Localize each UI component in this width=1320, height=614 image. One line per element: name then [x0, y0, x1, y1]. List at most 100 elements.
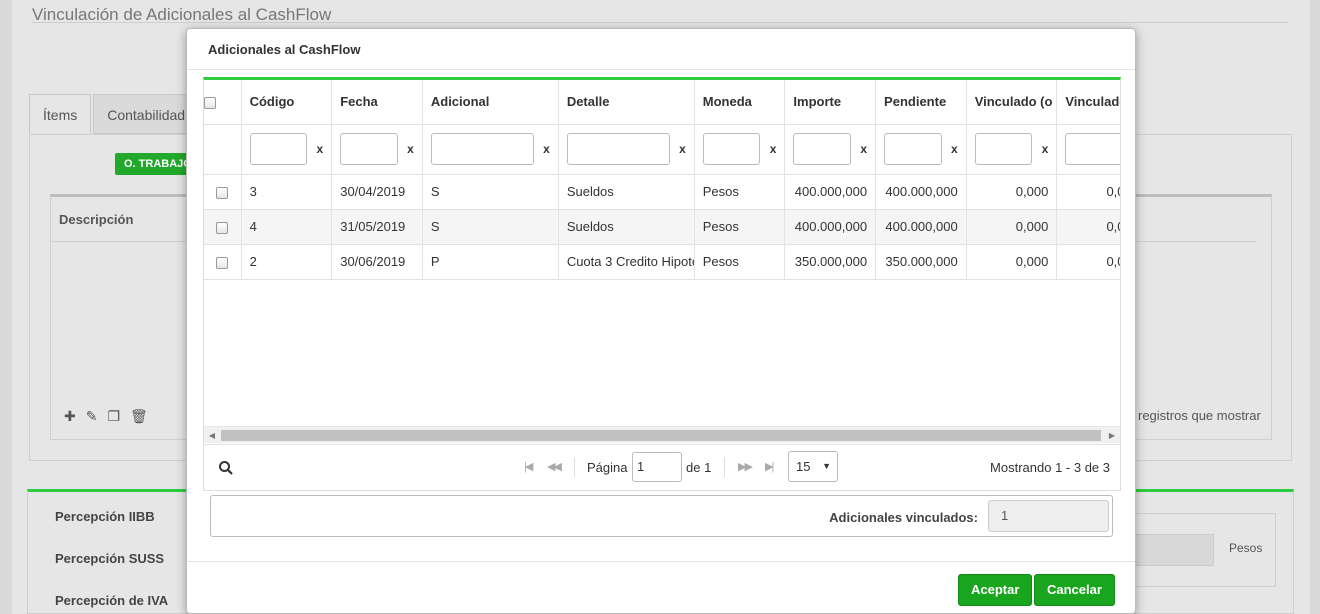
- filter-input-pendiente[interactable]: [884, 133, 942, 165]
- plus-icon[interactable]: ✚: [64, 408, 76, 425]
- label-percepcion-suss: Percepción SUSS: [55, 551, 165, 566]
- cell-pendiente: 350.000,000: [875, 244, 967, 280]
- search-icon[interactable]: [218, 460, 234, 476]
- filter-input-importe[interactable]: [793, 133, 852, 165]
- select-all-checkbox-cell: [204, 80, 242, 125]
- page-number-input[interactable]: 1: [632, 452, 682, 482]
- column-fecha[interactable]: Fecha: [331, 80, 423, 125]
- column-moneda[interactable]: Moneda: [694, 80, 786, 125]
- prev-page-icon[interactable]: ◀◀: [547, 460, 562, 473]
- row-checkbox[interactable]: [216, 221, 229, 234]
- filter-input-fecha[interactable]: [340, 133, 398, 165]
- column-codigo[interactable]: Código: [241, 80, 333, 125]
- column-descripcion: Descripción: [59, 212, 134, 227]
- cell-detalle: Sueldos: [558, 174, 695, 210]
- cell-moneda: Pesos: [694, 244, 786, 280]
- select-all-checkbox[interactable]: [204, 96, 216, 109]
- cell-adicional: S: [422, 209, 559, 245]
- tab-contabilidad[interactable]: Contabilidad: [93, 94, 200, 134]
- filter-moneda: x: [694, 124, 786, 175]
- scroll-right-icon[interactable]: ▶: [1104, 427, 1120, 444]
- filter-input-vinculado-1[interactable]: [974, 133, 1033, 165]
- filter-fecha: x: [331, 124, 423, 175]
- tab-items[interactable]: Ítems: [29, 94, 92, 134]
- clear-filter-importe[interactable]: x: [853, 142, 867, 156]
- copy-icon[interactable]: ❐: [107, 408, 120, 425]
- adicionales-table: Código Fecha Adicional Detalle Moneda Im…: [204, 80, 1120, 280]
- row-checkbox-cell: [204, 209, 242, 245]
- cell-detalle: Sueldos: [558, 209, 695, 245]
- adicionales-modal: Adicionales al CashFlow Código Fecha Adi…: [186, 28, 1136, 614]
- pager-separator: [724, 457, 725, 477]
- column-pendiente[interactable]: Pendiente: [875, 80, 967, 125]
- filter-input-vinculado-2[interactable]: [1065, 133, 1120, 165]
- scrollbar-thumb[interactable]: [221, 430, 1101, 441]
- clear-filter-codigo[interactable]: x: [309, 142, 324, 156]
- grid-toolbar: ✚ ✎ ❐ 🗑: [64, 408, 148, 425]
- column-detalle[interactable]: Detalle: [558, 80, 695, 125]
- next-page-icon[interactable]: ▶▶: [738, 460, 753, 473]
- scroll-left-icon[interactable]: ◀: [204, 427, 220, 444]
- cell-adicional: S: [422, 174, 559, 210]
- linked-count-field: 1: [988, 500, 1109, 532]
- table-row[interactable]: 3 30/04/2019 S Sueldos Pesos 400.000,000…: [204, 174, 1120, 210]
- first-page-icon[interactable]: |◀: [524, 460, 533, 473]
- page-count-label: de 1: [686, 460, 712, 475]
- clear-filter-adicional[interactable]: x: [536, 142, 550, 156]
- filter-vinculado-2: x: [1056, 124, 1120, 175]
- label-percepcion-iibb: Percepción IIBB: [55, 509, 155, 524]
- page-size-select[interactable]: 15 ▼: [788, 451, 838, 482]
- filter-input-codigo[interactable]: [249, 133, 308, 165]
- cell-vinculado-2: 0,000: [1056, 244, 1120, 280]
- filter-input-detalle[interactable]: [566, 133, 670, 165]
- modal-footer: Aceptar Cancelar: [187, 561, 1135, 613]
- clear-filter-detalle[interactable]: x: [672, 142, 686, 156]
- pencil-icon[interactable]: ✎: [86, 408, 98, 425]
- clear-filter-pendiente[interactable]: x: [944, 142, 958, 156]
- table-row[interactable]: 2 30/06/2019 P Cuota 3 Credito Hipotecar…: [204, 244, 1120, 280]
- cell-detalle: Cuota 3 Credito Hipotecario: [558, 244, 695, 280]
- no-records-text: registros que mostrar: [1138, 408, 1261, 423]
- cell-vinculado-2: 0,000: [1056, 174, 1120, 210]
- filter-adicional: x: [422, 124, 559, 175]
- chevron-down-icon: ▼: [822, 461, 831, 471]
- clear-filter-moneda[interactable]: x: [762, 142, 777, 156]
- column-vinculado-2[interactable]: Vinculado (co: [1056, 80, 1120, 125]
- cell-importe: 400.000,000: [784, 174, 877, 210]
- column-adicional[interactable]: Adicional: [422, 80, 559, 125]
- cell-fecha: 31/05/2019: [331, 209, 423, 245]
- filter-vinculado-1: x: [966, 124, 1058, 175]
- filter-spacer: [204, 124, 242, 175]
- cell-codigo: 2: [241, 244, 333, 280]
- clear-filter-fecha[interactable]: x: [400, 142, 414, 156]
- filter-input-adicional[interactable]: [430, 133, 534, 165]
- filter-input-moneda[interactable]: [702, 133, 761, 165]
- pager-separator: [574, 457, 575, 477]
- horizontal-scrollbar[interactable]: ◀ ▶: [204, 426, 1120, 443]
- filter-detalle: x: [558, 124, 695, 175]
- filter-importe: x: [784, 124, 877, 175]
- title-divider: [32, 22, 1288, 23]
- table-row[interactable]: 4 31/05/2019 S Sueldos Pesos 400.000,000…: [204, 209, 1120, 245]
- accept-button[interactable]: Aceptar: [958, 574, 1033, 606]
- cancel-button[interactable]: Cancelar: [1034, 574, 1115, 606]
- cell-codigo: 4: [241, 209, 333, 245]
- page-size-value: 15: [796, 459, 811, 474]
- column-importe[interactable]: Importe: [784, 80, 877, 125]
- last-page-icon[interactable]: ▶|: [765, 460, 774, 473]
- records-count: Mostrando 1 - 3 de 3: [990, 460, 1110, 475]
- row-checkbox[interactable]: [216, 186, 229, 199]
- filter-codigo: x: [241, 124, 333, 175]
- cell-vinculado-1: 0,000: [966, 174, 1058, 210]
- row-checkbox-cell: [204, 174, 242, 210]
- trash-icon[interactable]: 🗑: [130, 408, 148, 425]
- tab-bar: Ítems Contabilidad: [29, 94, 201, 134]
- clear-filter-vinculado-1[interactable]: x: [1034, 142, 1049, 156]
- cell-importe: 350.000,000: [784, 244, 877, 280]
- modal-title: Adicionales al CashFlow: [187, 29, 1135, 70]
- row-checkbox[interactable]: [216, 256, 229, 269]
- cell-fecha: 30/06/2019: [331, 244, 423, 280]
- label-percepcion-iva: Percepción de IVA: [55, 593, 169, 608]
- column-vinculado-1[interactable]: Vinculado (o: [966, 80, 1058, 125]
- currency-label: Pesos: [1229, 541, 1263, 555]
